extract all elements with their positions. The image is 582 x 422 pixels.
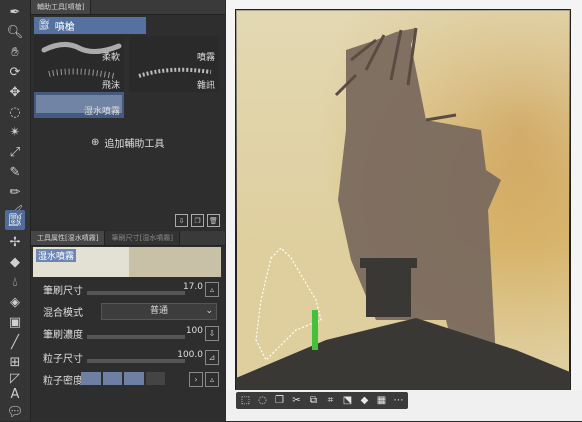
eraser-icon[interactable]: ◆ [5, 252, 25, 272]
text-icon[interactable]: A [5, 384, 25, 404]
brush-density-label: 筆刷濃度 [43, 330, 83, 341]
brush-label: 飛沫 [101, 81, 120, 91]
subtool-panel: 輔助工具[噴槍] ⛽︎ 噴槍 柔軟 噴霧 飛沫 雜訊 湿水噴霧 ⊕ 追加輔助工具… [31, 0, 225, 230]
pen-tool-icon[interactable]: ✎ [5, 162, 25, 182]
add-subtool-button[interactable]: ⊕ 追加輔助工具 [91, 135, 164, 150]
eyedropper-icon[interactable]: ⤢ [5, 142, 25, 162]
crop-icon[interactable]: ⌗ [324, 394, 337, 407]
particle-size-label: 粒子尺寸 [43, 354, 83, 365]
tab-brush-size[interactable]: 筆刷尺寸[湿水噴霧] [105, 231, 180, 245]
plus-icon: ⊕ [91, 137, 100, 148]
particle-size-row: 粒子尺寸 100.0 ⊿ [31, 349, 225, 367]
pattern-icon[interactable]: ▦ [375, 394, 388, 407]
brush-density-value[interactable]: 100 [186, 326, 203, 336]
rotate-icon[interactable]: ⟳ [5, 62, 25, 82]
copy-icon[interactable]: ❐ [273, 394, 286, 407]
airbrush-group-icon: ⛽︎ [38, 20, 51, 31]
blend-mode-value: 普通 [149, 306, 168, 316]
tab-label: 工具属性[湿水噴霧] [37, 234, 99, 242]
airbrush-icon[interactable]: ⛽︎ [5, 210, 25, 230]
download-icon[interactable]: ⇩ [205, 326, 219, 341]
subtool-footer: ⇩ ❐ 🗑︎ [175, 214, 220, 227]
triangle-icon[interactable]: ▵ [205, 372, 219, 387]
chevron-down-icon: ⌄ [205, 306, 213, 316]
move-icon[interactable]: ✥ [5, 82, 25, 102]
particle-density-label: 粒子密度 [43, 376, 83, 387]
brush-item[interactable]: 飛沫 [34, 64, 124, 92]
brush-label: 柔軟 [101, 53, 120, 63]
particle-size-slider[interactable] [87, 359, 185, 363]
canvas-artwork[interactable] [226, 0, 582, 421]
copy-icon[interactable]: ❐ [191, 214, 204, 227]
particle-density-bar[interactable] [81, 372, 165, 385]
tab-label: 筆刷尺寸[湿水噴霧] [111, 234, 173, 242]
brush-label: 雜訊 [196, 81, 215, 91]
brush-size-slider[interactable] [87, 291, 185, 295]
property-header: 工具属性[湿水噴霧] 筆刷尺寸[湿水噴霧] [31, 231, 225, 246]
hand-icon[interactable]: ✋︎ [5, 42, 25, 62]
more-icon[interactable]: ⋯ [392, 394, 405, 407]
tab-label: 輔助工具[噴槍] [37, 3, 85, 11]
paste-icon[interactable]: ⧉ [307, 394, 320, 407]
brush-label: 湿水噴霧 [83, 107, 120, 117]
balloon-icon[interactable]: 💬︎ [5, 402, 25, 422]
lasso-sel-icon[interactable]: ◌ [256, 394, 269, 407]
group-airbrush[interactable]: ⛽︎ 噴槍 [34, 17, 146, 34]
brush-item[interactable]: 雜訊 [129, 64, 219, 92]
toolbar: ✒ 🔍︎ ✋︎ ⟳ ✥ ◌ ✴ ⤢ ✎ ✏ 🖌︎ ⛽︎ ✢ ◆ 💧︎ ◈ ▣ ╱… [0, 0, 31, 421]
canvas-bottom-bar: ⬚ ◌ ❐ ✂ ⧉ ⌗ ⬔ ◆ ▦ ⋯ [226, 390, 582, 421]
fill-sel-icon[interactable]: ◆ [358, 394, 371, 407]
tool-property-panel: 工具属性[湿水噴霧] 筆刷尺寸[湿水噴霧] 湿水噴霧 筆刷尺寸 17.0 ▵ 混… [31, 231, 225, 421]
brush-item-selected[interactable]: 湿水噴霧 [34, 92, 124, 118]
brush-label: 噴霧 [196, 53, 215, 63]
brush-preview: 湿水噴霧 [33, 247, 221, 277]
pen-icon[interactable]: ✒ [5, 2, 25, 22]
trash-icon[interactable]: 🗑︎ [207, 214, 220, 227]
cut-icon[interactable]: ✂ [290, 394, 303, 407]
particle-density-row: 粒子密度 › ▵ [31, 371, 225, 389]
tab-subtool[interactable]: 輔助工具[噴槍] [31, 0, 92, 14]
chevron-right-icon[interactable]: › [189, 372, 203, 387]
brush-size-value[interactable]: 17.0 [183, 282, 203, 292]
preset-label: 湿水噴霧 [36, 249, 77, 262]
deselect-icon[interactable]: ⬚ [239, 394, 252, 407]
blend-mode-row: 混合模式 普通 ⌄ [31, 303, 225, 321]
brush-size-label: 筆刷尺寸 [43, 286, 83, 297]
zoom-icon[interactable]: 🔍︎ [5, 22, 25, 42]
triangle-icon[interactable]: ▵ [205, 282, 219, 297]
brush-density-row: 筆刷濃度 100 ⇩ [31, 325, 225, 343]
brush-density-slider[interactable] [87, 335, 185, 339]
subtool-header: 輔助工具[噴槍] [31, 0, 225, 15]
canvas-area[interactable] [226, 0, 582, 421]
brush-size-row: 筆刷尺寸 17.0 ▵ [31, 281, 225, 299]
decoration-icon[interactable]: ✢ [5, 232, 25, 252]
transform-icon[interactable]: ⬔ [341, 394, 354, 407]
blend-mode-select[interactable]: 普通 ⌄ [101, 303, 217, 320]
brush-item[interactable]: 柔軟 [34, 36, 124, 64]
tab-tool-property[interactable]: 工具属性[湿水噴霧] [31, 231, 106, 245]
pressure-icon[interactable]: ⊿ [205, 350, 219, 365]
pencil-icon[interactable]: ✏ [5, 182, 25, 202]
fill-icon[interactable]: ◈ [5, 292, 25, 312]
brush-item[interactable]: 噴霧 [129, 36, 219, 64]
lasso-icon[interactable]: ◌ [5, 102, 25, 122]
download-icon[interactable]: ⇩ [175, 214, 188, 227]
add-subtool-label: 追加輔助工具 [104, 139, 165, 150]
group-label: 噴槍 [54, 22, 75, 33]
magic-wand-icon[interactable]: ✴ [5, 122, 25, 142]
gradient-icon[interactable]: ▣ [5, 312, 25, 332]
line-icon[interactable]: ╱ [5, 332, 25, 352]
blend-mode-label: 混合模式 [43, 308, 83, 319]
blend-icon[interactable]: 💧︎ [5, 272, 25, 292]
selection-launcher: ⬚ ◌ ❐ ✂ ⧉ ⌗ ⬔ ◆ ▦ ⋯ [236, 392, 408, 409]
